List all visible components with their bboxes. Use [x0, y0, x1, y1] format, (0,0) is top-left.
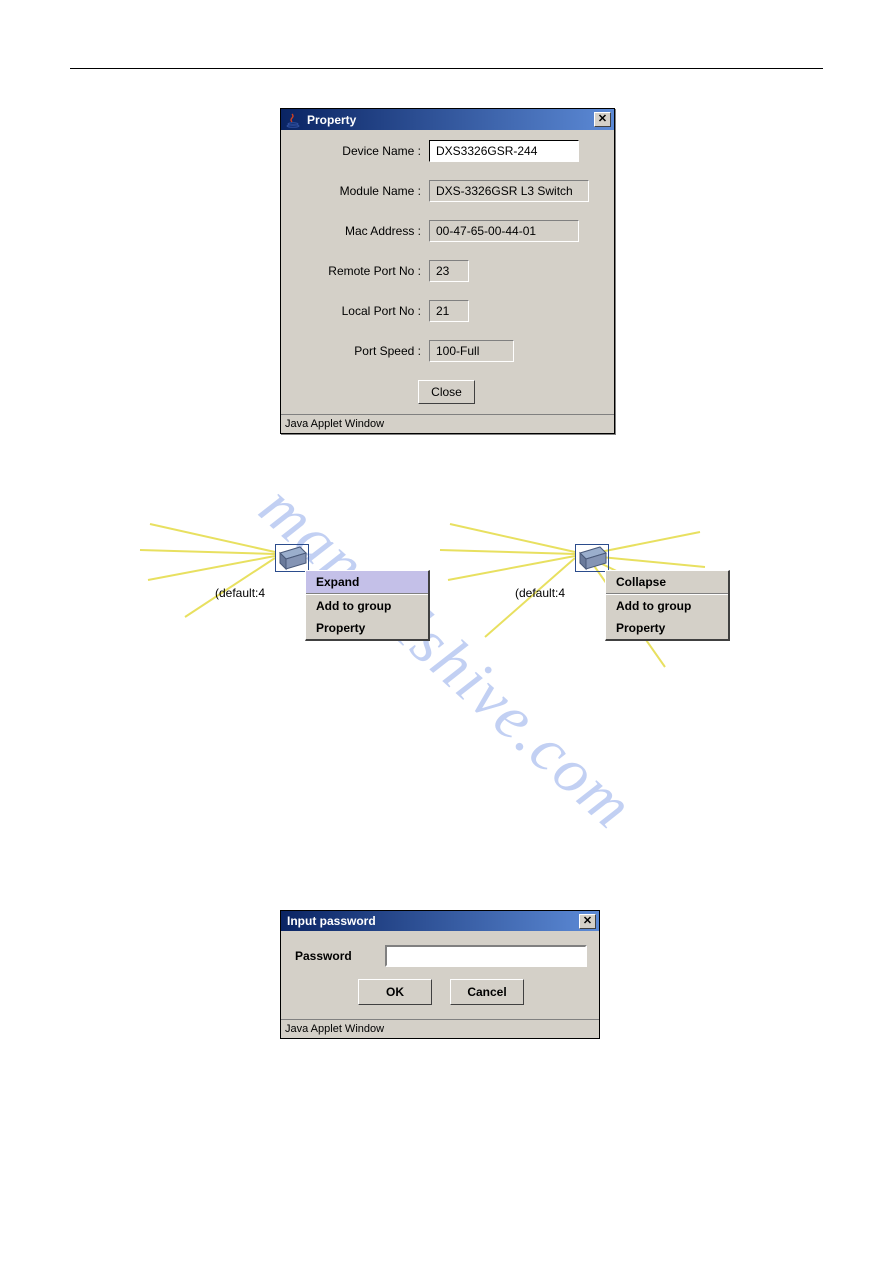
close-icon[interactable]: ✕: [579, 914, 596, 929]
password-input[interactable]: [385, 945, 587, 967]
property-dialog: Property ✕ Device Name : DXS3326GSR-244 …: [280, 108, 615, 434]
device-icon[interactable]: [275, 544, 309, 572]
property-title: Property: [307, 113, 356, 127]
password-status-strip: Java Applet Window: [281, 1019, 599, 1038]
ctx-item-expand[interactable]: Expand: [306, 571, 428, 593]
property-body: Device Name : DXS3326GSR-244 Module Name…: [281, 130, 614, 414]
local-port-label: Local Port No :: [289, 304, 429, 318]
context-menu-area: (default:4 Expand Add to group Property: [160, 540, 720, 700]
ctx-item-collapse[interactable]: Collapse: [606, 571, 728, 593]
password-body: Password OK Cancel: [281, 931, 599, 1019]
device-name-label: Device Name :: [289, 144, 429, 158]
mac-address-field: 00-47-65-00-44-01: [429, 220, 579, 242]
context-menu-left: Expand Add to group Property: [305, 570, 430, 641]
java-cup-icon: [285, 112, 301, 128]
device-right-label: (default:4: [515, 586, 565, 600]
module-name-field: DXS-3326GSR L3 Switch: [429, 180, 589, 202]
device-icon[interactable]: [575, 544, 609, 572]
ctx-item-property[interactable]: Property: [306, 617, 428, 639]
page-rule: [70, 68, 823, 69]
remote-port-label: Remote Port No :: [289, 264, 429, 278]
remote-port-field: 23: [429, 260, 469, 282]
mac-address-label: Mac Address :: [289, 224, 429, 238]
password-label: Password: [295, 949, 385, 963]
property-status-strip: Java Applet Window: [281, 414, 614, 433]
ctx-item-add-to-group[interactable]: Add to group: [306, 595, 428, 617]
port-speed-label: Port Speed :: [289, 344, 429, 358]
local-port-field: 21: [429, 300, 469, 322]
password-dialog: Input password ✕ Password OK Cancel Java…: [280, 910, 600, 1039]
ctx-item-add-to-group[interactable]: Add to group: [606, 595, 728, 617]
device-name-field[interactable]: DXS3326GSR-244: [429, 140, 579, 162]
module-name-label: Module Name :: [289, 184, 429, 198]
context-menu-right: Collapse Add to group Property: [605, 570, 730, 641]
password-titlebar[interactable]: Input password ✕: [281, 911, 599, 931]
close-icon[interactable]: ✕: [594, 112, 611, 127]
close-button[interactable]: Close: [418, 380, 475, 404]
port-speed-field: 100-Full: [429, 340, 514, 362]
cancel-button[interactable]: Cancel: [450, 979, 524, 1005]
property-titlebar[interactable]: Property ✕: [281, 109, 614, 130]
password-title: Input password: [287, 914, 376, 928]
ctx-item-property[interactable]: Property: [606, 617, 728, 639]
ok-button[interactable]: OK: [358, 979, 432, 1005]
device-left-label: (default:4: [215, 586, 265, 600]
